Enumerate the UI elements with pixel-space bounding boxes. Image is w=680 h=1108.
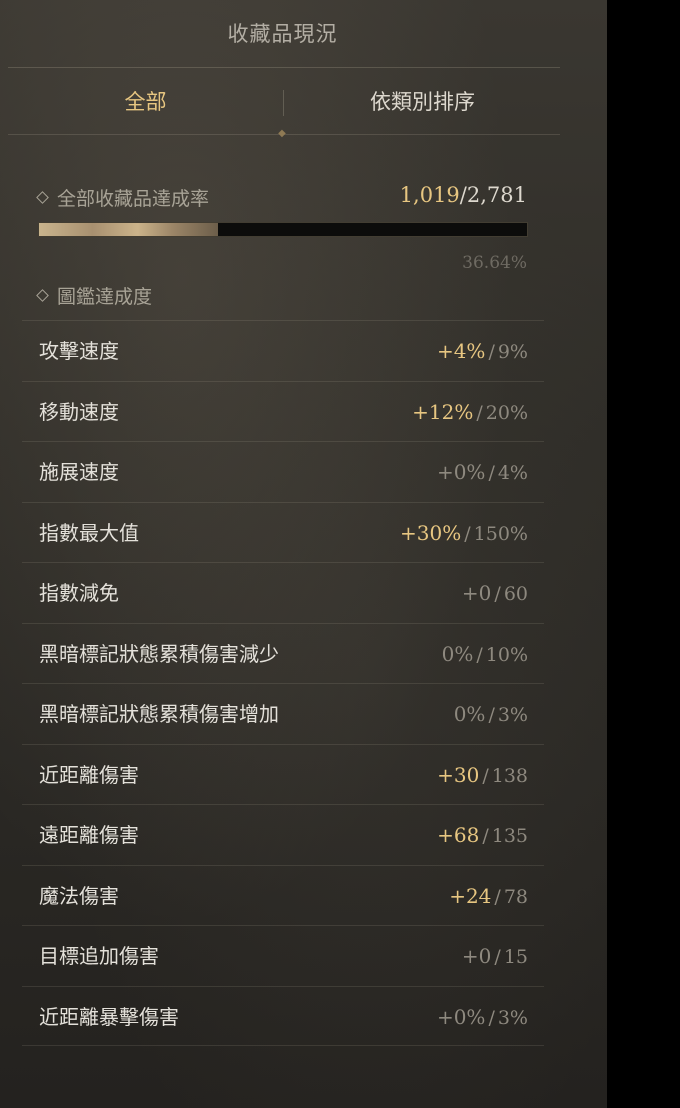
- completion-percent: 36.64%: [462, 253, 527, 273]
- completion-label: 全部收藏品達成率: [36, 184, 209, 211]
- stat-max: 20%: [485, 401, 528, 424]
- stat-current: 0%: [441, 641, 474, 666]
- stat-row: 近距離傷害 +30/138: [22, 743, 544, 806]
- stat-row: 目標追加傷害 +0/15: [22, 925, 544, 986]
- stat-max: 3%: [497, 1006, 528, 1029]
- stat-current: +30%: [400, 520, 462, 545]
- stat-current: +0: [461, 581, 492, 605]
- stat-name: 移動速度: [39, 399, 119, 424]
- stat-current: +12%: [412, 399, 474, 424]
- stat-max: 3%: [497, 704, 528, 726]
- stat-max: 10%: [485, 643, 528, 666]
- stat-max: 15: [503, 946, 528, 968]
- completion-total: 2,781: [466, 183, 527, 207]
- stat-value: +4%/9%: [437, 321, 528, 382]
- stat-value: +30%/150%: [400, 503, 528, 564]
- stat-slash: /: [488, 462, 495, 484]
- stat-name: 遠距離傷害: [39, 823, 139, 847]
- stat-current: +30: [437, 762, 480, 787]
- stat-value: +24/78: [449, 866, 528, 927]
- completion-current: 1,019: [399, 183, 460, 207]
- stat-max: 9%: [497, 341, 528, 363]
- stat-slash: /: [482, 825, 489, 847]
- diamond-bullet-icon: [36, 191, 49, 204]
- completion-count: 1,019/2,781: [400, 183, 527, 207]
- stat-max: 4%: [497, 462, 528, 484]
- stat-value: +0/60: [462, 563, 528, 624]
- panel-title: 收藏品現況: [227, 22, 338, 46]
- stat-max: 150%: [473, 522, 528, 545]
- stat-value: +0%/3%: [437, 987, 528, 1048]
- title-divider: [8, 67, 560, 68]
- stat-value: 0%/3%: [454, 684, 528, 745]
- stat-value: 0%/10%: [442, 624, 528, 685]
- completion-slash: /: [459, 183, 467, 207]
- codex-label: 圖鑑達成度: [36, 282, 152, 309]
- stat-max: 138: [491, 764, 528, 787]
- stat-current: +24: [449, 883, 492, 908]
- stat-current: +0%: [436, 1004, 486, 1029]
- ornament-icon: ◆: [278, 128, 286, 139]
- completion-progress-fill: [39, 223, 218, 236]
- stat-name: 目標追加傷害: [39, 944, 159, 968]
- completion-progress-bar: [38, 222, 528, 237]
- tab-all[interactable]: 全部: [8, 70, 283, 134]
- background-edge: [607, 0, 680, 1108]
- stat-slash: /: [464, 522, 471, 545]
- stat-current: 0%: [453, 702, 486, 726]
- tab-bar: 全部 依類別排序: [8, 70, 560, 134]
- stat-slash: /: [494, 885, 501, 908]
- stat-slash: /: [488, 704, 495, 726]
- stat-list: 攻擊速度 +4%/9% 移動速度 +12%/20% 施展速度 +0%/4% 指數最大值 +30…: [22, 320, 544, 1046]
- stat-max: 78: [503, 885, 528, 908]
- stat-slash: /: [494, 583, 501, 605]
- collection-status-panel: 收藏品現況 全部 依類別排序 ◆ 全部收藏品達成率 1,019/2,781 36…: [0, 0, 607, 1108]
- stat-name: 攻擊速度: [39, 339, 119, 363]
- stat-current: +4%: [436, 339, 486, 363]
- stat-slash: /: [488, 1006, 495, 1029]
- stat-current: +0%: [436, 460, 486, 484]
- stat-value: +68/135: [437, 805, 528, 866]
- stat-row: 近距離暴擊傷害 +0%/3%: [22, 985, 544, 1048]
- stat-slash: /: [494, 946, 501, 968]
- stat-name: 施展速度: [39, 460, 119, 484]
- stat-current: +68: [437, 823, 480, 847]
- stat-row: 攻擊速度 +4%/9%: [22, 320, 544, 381]
- stat-row: 黑暗標記狀態累積傷害減少 0%/10%: [22, 622, 544, 685]
- stat-name: 指數最大值: [39, 520, 139, 545]
- tab-divider: [283, 90, 284, 116]
- diamond-bullet-icon: [36, 289, 49, 302]
- stat-name: 近距離傷害: [39, 762, 139, 787]
- stat-current: +0: [461, 944, 492, 968]
- stat-slash: /: [482, 764, 489, 787]
- stat-name: 指數減免: [39, 581, 119, 605]
- stat-row: 黑暗標記狀態累積傷害增加 0%/3%: [22, 683, 544, 744]
- stat-row: 指數減免 +0/60: [22, 562, 544, 623]
- stat-name: 黑暗標記狀態累積傷害增加: [39, 702, 279, 726]
- stat-row: 指數最大值 +30%/150%: [22, 501, 544, 564]
- stat-slash: /: [476, 401, 483, 424]
- stat-row: 魔法傷害 +24/78: [22, 864, 544, 927]
- stat-max: 135: [491, 825, 528, 847]
- stat-value: +12%/20%: [412, 382, 528, 443]
- stat-value: +0/15: [462, 926, 528, 987]
- stat-value: +0%/4%: [437, 442, 528, 503]
- stat-row: 移動速度 +12%/20%: [22, 380, 544, 443]
- stat-name: 魔法傷害: [39, 883, 119, 908]
- stat-row: 施展速度 +0%/4%: [22, 441, 544, 502]
- stat-slash: /: [476, 643, 483, 666]
- stat-name: 黑暗標記狀態累積傷害減少: [39, 641, 279, 666]
- stat-value: +30/138: [437, 745, 528, 806]
- tab-sort-by-category[interactable]: 依類別排序: [285, 70, 560, 134]
- stat-slash: /: [488, 341, 495, 363]
- stat-name: 近距離暴擊傷害: [39, 1004, 179, 1029]
- stat-row: 遠距離傷害 +68/135: [22, 804, 544, 865]
- stat-max: 60: [503, 583, 528, 605]
